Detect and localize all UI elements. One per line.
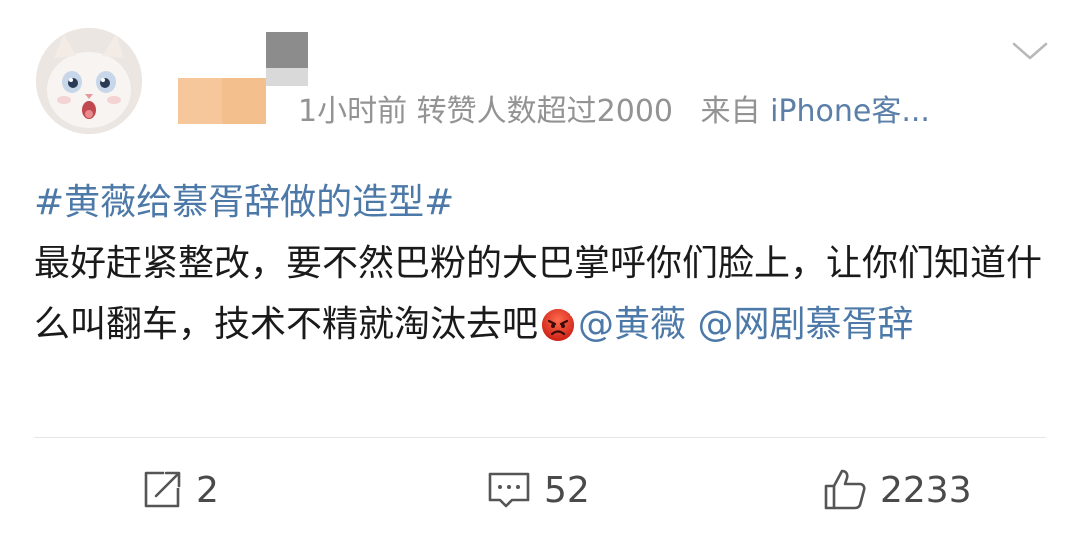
angry-face-emoji-icon — [540, 300, 576, 341]
cat-avatar-icon — [36, 28, 142, 134]
action-bar: 2 52 2233 — [0, 462, 1080, 518]
source-prefix: 来自 — [700, 94, 761, 129]
post-time: 1小时前 — [298, 94, 408, 129]
chevron-down-icon — [1012, 42, 1048, 60]
thumbs-up-icon — [824, 469, 866, 510]
mention-webseries[interactable]: @网剧慕胥辞 — [697, 304, 913, 345]
like-button[interactable]: 2233 — [822, 462, 972, 518]
topic-link[interactable]: #黄薇给慕胥辞做的造型# — [34, 182, 454, 223]
comment-count: 52 — [544, 469, 590, 511]
repost-count: 2 — [196, 469, 219, 511]
avatar[interactable] — [36, 28, 142, 134]
divider — [34, 437, 1046, 438]
weibo-post: 1小时前 转赞人数超过2000 来自 iPhone客... #黄薇给慕胥辞做的造… — [0, 0, 1080, 542]
repost-like-note: 转赞人数超过2000 — [416, 94, 673, 129]
comment-button[interactable]: 52 — [486, 462, 590, 518]
post-content: #黄薇给慕胥辞做的造型# 最好赶紧整改，要不然巴粉的大巴掌呼你们脸上，让你们知道… — [34, 172, 1044, 355]
username-mosaic[interactable] — [178, 32, 308, 124]
repost-button[interactable]: 2 — [140, 462, 219, 518]
like-count: 2233 — [880, 469, 972, 511]
mention-huangwei[interactable]: @黄薇 — [578, 304, 686, 345]
post-meta: 1小时前 转赞人数超过2000 来自 iPhone客... — [298, 92, 930, 132]
repost-icon — [144, 471, 181, 508]
more-options-button[interactable] — [1010, 36, 1050, 66]
source-link[interactable]: iPhone客... — [770, 94, 930, 129]
comment-icon — [488, 472, 530, 508]
